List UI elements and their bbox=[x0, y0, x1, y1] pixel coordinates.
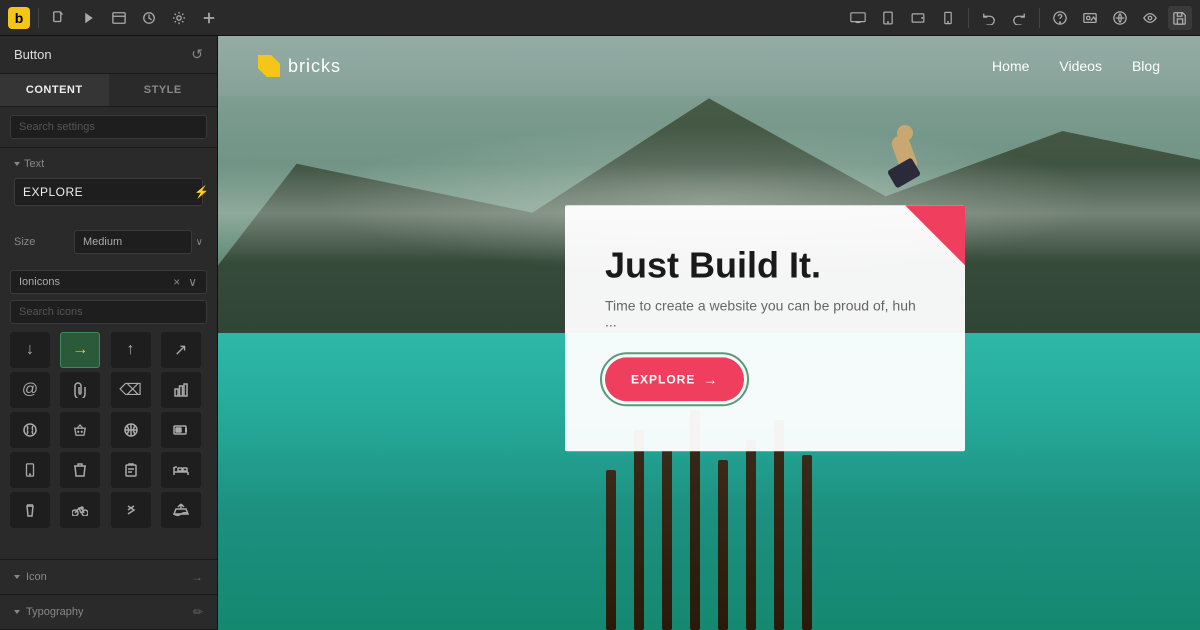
toolbar-file-icon[interactable] bbox=[47, 6, 71, 30]
dock-post bbox=[718, 460, 728, 630]
toolbar-history-icon[interactable] bbox=[137, 6, 161, 30]
sidebar-refresh-icon[interactable]: ↺ bbox=[191, 46, 203, 63]
dock-post bbox=[774, 420, 784, 630]
icon-arrow-right[interactable]: → bbox=[60, 332, 100, 368]
dynamic-value-icon[interactable]: ⚡ bbox=[186, 179, 217, 205]
icon-bed[interactable] bbox=[161, 452, 201, 488]
icon-trash[interactable] bbox=[60, 452, 100, 488]
sidebar-bottom: Icon → Typography ✏ bbox=[0, 559, 217, 630]
brand-icon[interactable]: b bbox=[8, 7, 30, 29]
size-section: Size Medium Small Large ∨ bbox=[0, 220, 217, 270]
toolbar-undo-icon[interactable] bbox=[977, 6, 1001, 30]
toolbar-help-icon[interactable] bbox=[1048, 6, 1072, 30]
icon-picker-close[interactable]: × bbox=[170, 273, 183, 291]
icon-basketball[interactable] bbox=[111, 412, 151, 448]
hero-button-text: EXPLORE bbox=[631, 372, 695, 386]
toolbar-wp-icon[interactable] bbox=[1108, 6, 1132, 30]
icon-attach[interactable] bbox=[60, 372, 100, 408]
icon-arrow-down[interactable]: ↓ bbox=[10, 332, 50, 368]
main-layout: Button ↺ CONTENT STYLE Text ⚡ Size Mediu… bbox=[0, 36, 1200, 630]
icon-beer[interactable] bbox=[10, 492, 50, 528]
icon-arrow-up-right[interactable]: ↗ bbox=[161, 332, 201, 368]
icon-clipboard[interactable] bbox=[111, 452, 151, 488]
icon-backspace[interactable]: ⌫ bbox=[111, 372, 151, 408]
icon-search-input[interactable] bbox=[10, 300, 207, 324]
hero-card-title: Just Build It. bbox=[605, 245, 925, 285]
toolbar-play-icon[interactable] bbox=[77, 6, 101, 30]
sidebar-header: Button ↺ bbox=[0, 36, 217, 74]
jumper-silhouette bbox=[885, 125, 925, 205]
typography-section-icon: ✏ bbox=[193, 605, 203, 619]
nav-brand: bricks bbox=[258, 55, 341, 77]
text-section: Text ⚡ bbox=[0, 148, 217, 220]
sidebar-search-area bbox=[0, 107, 217, 148]
toolbar-save-icon[interactable] bbox=[1168, 6, 1192, 30]
nav-link-home[interactable]: Home bbox=[992, 58, 1029, 74]
tab-content[interactable]: CONTENT bbox=[0, 74, 109, 106]
icon-section-arrow: → bbox=[191, 570, 203, 584]
size-row: Size Medium Small Large ∨ bbox=[14, 230, 203, 254]
toolbar-settings-icon[interactable] bbox=[167, 6, 191, 30]
dock-post bbox=[606, 470, 616, 630]
top-toolbar: b bbox=[0, 0, 1200, 36]
icon-boat[interactable] bbox=[161, 492, 201, 528]
icon-basket[interactable] bbox=[60, 412, 100, 448]
hero-explore-button[interactable]: EXPLORE → bbox=[605, 357, 744, 401]
canvas: bricks Home Videos Blog Just Build It. T… bbox=[218, 36, 1200, 630]
icon-picker-header: Ionicons Font Awesome Material Icons × ∨ bbox=[10, 270, 207, 294]
nav-link-videos[interactable]: Videos bbox=[1059, 58, 1102, 74]
icon-phone[interactable] bbox=[10, 452, 50, 488]
icon-picker-chevron[interactable]: ∨ bbox=[185, 273, 200, 291]
size-select[interactable]: Medium Small Large bbox=[74, 230, 192, 254]
toolbar-divider-2 bbox=[968, 8, 969, 28]
search-settings-input[interactable] bbox=[10, 115, 207, 139]
text-section-label: Text bbox=[14, 158, 203, 170]
toolbar-add-icon[interactable] bbox=[197, 6, 221, 30]
nav-logo bbox=[258, 55, 280, 77]
toolbar-divider-3 bbox=[1039, 8, 1040, 28]
icon-section-label: Icon bbox=[14, 571, 47, 583]
toolbar-divider-1 bbox=[38, 8, 39, 28]
nav-link-blog[interactable]: Blog bbox=[1132, 58, 1160, 74]
button-text-input[interactable] bbox=[15, 179, 186, 205]
tab-style[interactable]: STYLE bbox=[109, 74, 218, 106]
toolbar-media-icon[interactable] bbox=[1078, 6, 1102, 30]
toolbar-preview-icon[interactable] bbox=[1138, 6, 1162, 30]
icon-bar-chart[interactable] bbox=[161, 372, 201, 408]
hero-card-subtitle: Time to create a website you can be prou… bbox=[605, 297, 925, 329]
toolbar-tablet-icon[interactable] bbox=[876, 6, 900, 30]
nav-brand-text: bricks bbox=[288, 56, 341, 77]
canvas-nav: bricks Home Videos Blog bbox=[218, 36, 1200, 96]
dock-post bbox=[746, 440, 756, 630]
icon-section-collapsible[interactable]: Icon → bbox=[0, 560, 217, 595]
icon-baseball[interactable] bbox=[10, 412, 50, 448]
sidebar-title: Button bbox=[14, 47, 52, 62]
dock-post bbox=[802, 455, 812, 630]
toolbar-redo-icon[interactable] bbox=[1007, 6, 1031, 30]
icon-picker: Ionicons Font Awesome Material Icons × ∨… bbox=[0, 270, 217, 559]
hero-card: Just Build It. Time to create a website … bbox=[565, 205, 965, 451]
icon-library-select[interactable]: Ionicons Font Awesome Material Icons bbox=[11, 271, 170, 293]
icon-grid: ↓ → ↑ ↗ @ ⌫ bbox=[10, 332, 207, 528]
toolbar-page-icon[interactable] bbox=[107, 6, 131, 30]
toolbar-mobile-icon[interactable] bbox=[936, 6, 960, 30]
toolbar-tablet-landscape-icon[interactable] bbox=[906, 6, 930, 30]
icon-arrow-up[interactable]: ↑ bbox=[111, 332, 151, 368]
nav-links: Home Videos Blog bbox=[992, 58, 1160, 74]
text-input-row: ⚡ bbox=[14, 178, 203, 206]
icon-battery[interactable] bbox=[161, 412, 201, 448]
sidebar-tabs: CONTENT STYLE bbox=[0, 74, 217, 107]
dock-post bbox=[634, 430, 644, 630]
toolbar-desktop-icon[interactable] bbox=[846, 6, 870, 30]
size-label: Size bbox=[14, 236, 74, 248]
icon-picker-actions: × ∨ bbox=[170, 273, 206, 291]
icon-at[interactable]: @ bbox=[10, 372, 50, 408]
typography-section-label: Typography bbox=[14, 606, 83, 618]
dock-post bbox=[662, 450, 672, 630]
icon-bluetooth[interactable] bbox=[111, 492, 151, 528]
hero-button-arrow: → bbox=[703, 371, 718, 387]
typography-section-collapsible[interactable]: Typography ✏ bbox=[0, 595, 217, 630]
sidebar: Button ↺ CONTENT STYLE Text ⚡ Size Mediu… bbox=[0, 36, 218, 630]
icon-bicycle[interactable] bbox=[60, 492, 100, 528]
